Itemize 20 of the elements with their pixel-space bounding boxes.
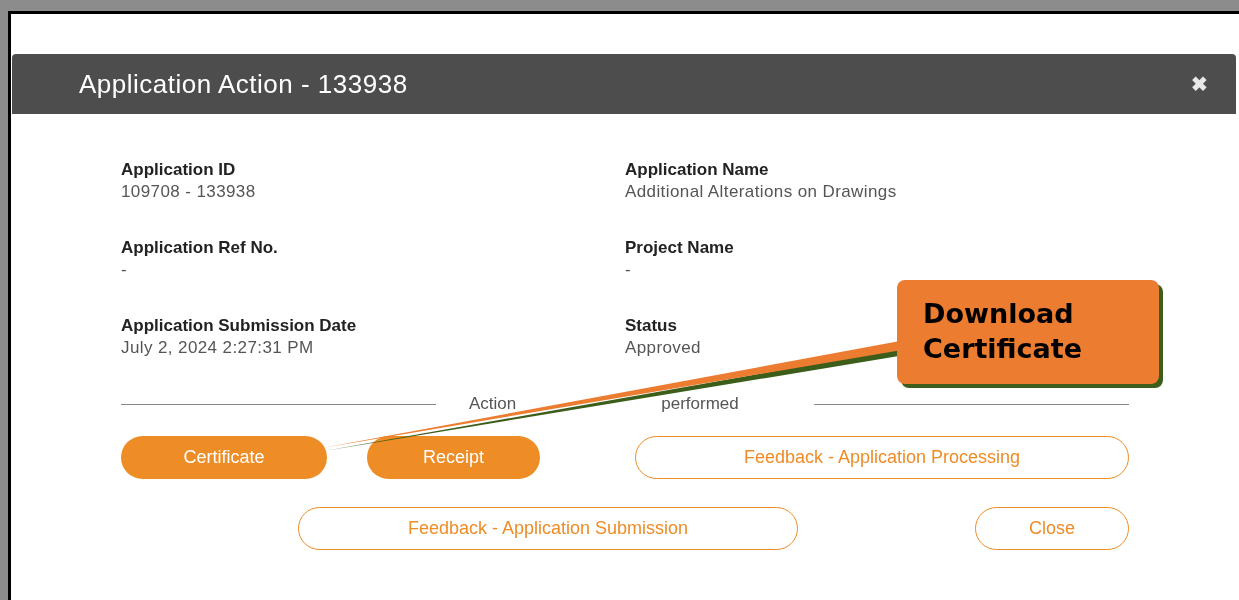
dialog-title: Application Action - 133938 [79, 68, 408, 100]
field-value: Approved [625, 338, 701, 358]
field-value: July 2, 2024 2:27:31 PM [121, 338, 314, 358]
action-button[interactable]: Feedback - Application Processing [635, 436, 1129, 479]
field-label: Application Name [625, 160, 769, 180]
field-value: - [121, 260, 128, 280]
section-heading: Action [469, 394, 517, 414]
field-value: - [625, 260, 632, 280]
field-label: Project Name [625, 238, 734, 258]
section-heading: performed [661, 394, 739, 414]
field-label: Application ID [121, 160, 236, 180]
field-label: Application Ref No. [121, 238, 278, 258]
action-button[interactable]: Close [975, 507, 1129, 550]
action-button[interactable]: Receipt [367, 436, 540, 479]
field-value: Additional Alterations on Drawings [625, 182, 897, 202]
action-button[interactable]: Feedback - Application Submission [298, 507, 798, 550]
action-button[interactable]: Certificate [121, 436, 327, 479]
field-value: 109708 - 133938 [121, 182, 256, 202]
field-label: Application Submission Date [121, 316, 357, 336]
field-label: Status [625, 316, 677, 336]
